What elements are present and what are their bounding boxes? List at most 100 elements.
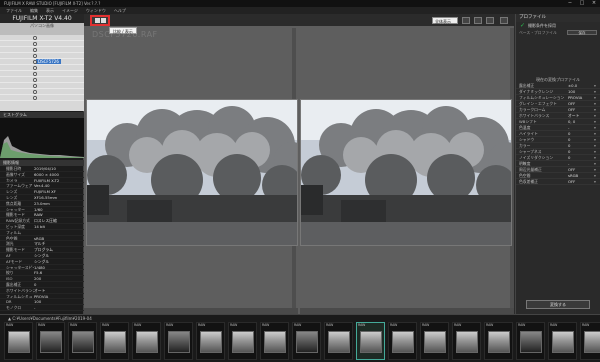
menu-file[interactable]: ファイル [6,7,22,14]
setting-value[interactable]: 100 [568,89,594,94]
info-key: カメラ [6,177,18,183]
filmstrip-thumbnail[interactable]: RAW [484,322,513,360]
setting-value[interactable]: - [568,125,594,130]
fit-icon[interactable] [462,17,470,24]
filmstrip-path[interactable]: ▲ C:¥Users¥Documents¥Fujifilm¥2019-04 [0,314,600,321]
minimize-button[interactable]: − [564,0,576,7]
dropdown-arrow-icon[interactable]: ▾ [594,173,600,178]
setting-value[interactable]: 0 [568,137,594,142]
filmstrip-thumbnail[interactable]: RAW [292,322,321,360]
setting-value[interactable]: ±0.0 [568,83,594,88]
rotate-right-icon[interactable] [486,17,494,24]
thumb-image [104,331,126,353]
conversion-profile-header: 現在の変換プロファイル [536,77,580,82]
filmstrip-thumbnail[interactable]: RAW [164,322,193,360]
thumb-format: RAW [198,323,206,327]
setting-value[interactable]: 0 [568,143,594,148]
dropdown-arrow-icon[interactable]: ▾ [594,179,600,184]
setting-value[interactable]: sRGB [568,173,594,178]
info-key: ホワイトバランス [6,287,34,293]
filmstrip-thumbnail[interactable]: RAW [36,322,65,360]
filmstrip-thumbnail[interactable]: RAW [196,322,225,360]
filmstrip-thumbnail[interactable]: RAW [324,322,353,360]
dropdown-arrow-icon[interactable]: ▾ [594,89,600,94]
dropdown-arrow-icon[interactable]: ▾ [594,119,600,124]
info-value: 1/480 [34,264,45,270]
filmstrip-thumbnail[interactable]: RAW [132,322,161,360]
use-shooting-conditions-checkbox[interactable]: ✓ 撮影条件を採用 [516,22,600,29]
filmstrip-thumbnail[interactable]: RAW [100,322,129,360]
dropdown-arrow-icon[interactable]: ▾ [594,167,600,172]
filmstrip-thumbnail[interactable]: RAW [548,322,577,360]
thumb-image [168,331,190,353]
setting-label: 露出補正 [519,83,535,88]
filmstrip-thumbnail[interactable]: RAW [420,322,449,360]
setting-value[interactable]: 0 [568,149,594,154]
filmstrip-thumbnail[interactable]: RAW [228,322,257,360]
filmstrip-thumbnail[interactable]: RAW [68,322,97,360]
filmstrip-thumbnail[interactable]: RAW [388,322,417,360]
dropdown-arrow-icon[interactable]: ▾ [594,113,600,118]
setting-value[interactable]: OFF [568,107,594,112]
info-value [34,230,84,235]
camera-label: FUJIFILM X-T2 V4.40 [0,14,84,23]
info-value: PROVIA [34,293,49,299]
thumb-format: RAW [166,323,174,327]
menu-view[interactable]: 表示 [46,7,54,14]
setting-value[interactable]: PROVIA [568,95,594,100]
filmstrip-thumbnail[interactable]: RAW [4,322,33,360]
filmstrip-thumbnail[interactable]: RAW [356,322,385,360]
dropdown-arrow-icon[interactable]: ▾ [594,131,600,136]
setting-value[interactable]: 0, 0 [568,119,594,124]
settings-icon[interactable] [500,17,508,24]
filmstrip-thumbnail[interactable]: RAW [516,322,545,360]
setting-value[interactable]: 0 [568,131,594,136]
thumb-format: RAW [134,323,142,327]
dropdown-arrow-icon[interactable]: ▾ [594,143,600,148]
dropdown-arrow-icon[interactable]: ▾ [594,137,600,142]
filmstrip-thumbnail[interactable]: RAW [260,322,289,360]
dropdown-arrow-icon[interactable]: ▾ [594,95,600,100]
setting-value[interactable]: 0 [568,155,594,160]
before-image[interactable] [86,99,298,246]
info-value: ロスレス圧縮 [34,218,57,223]
after-image[interactable] [300,99,512,246]
dropdown-arrow-icon[interactable]: ▾ [594,155,600,160]
dropdown-arrow-icon[interactable]: ▾ [594,83,600,88]
rotate-left-icon[interactable] [474,17,482,24]
setting-value[interactable]: OFF [568,101,594,106]
thumb-image [40,331,62,353]
app-window: FUJIFILM X RAW STUDIO [FUJIFILM X-T2] Ve… [0,0,600,362]
dropdown-arrow-icon[interactable]: ▾ [594,107,600,112]
menu-image[interactable]: イメージ [62,7,78,14]
tree-row[interactable] [0,95,84,101]
dropdown-arrow-icon[interactable]: ▾ [594,149,600,154]
close-button[interactable]: × [588,0,600,7]
setting-label: グレイン・エフェクト [519,101,557,106]
dropdown-arrow-icon[interactable]: ▾ [594,101,600,106]
disc-icon [33,54,37,58]
zoom-select[interactable]: 全体表示 [432,17,458,24]
profile-save-button[interactable]: 保存 [567,30,597,35]
setting-value[interactable]: OFF [568,179,594,184]
info-key: 焦点距離 [6,200,22,206]
setting-value[interactable]: オート [568,113,594,118]
compare-view-button[interactable] [90,15,110,26]
dropdown-arrow-icon[interactable]: ▾ [594,125,600,130]
menu-window[interactable]: ウィンドウ [86,7,106,14]
dropdown-arrow-icon[interactable]: ▾ [594,161,600,166]
window-title: FUJIFILM X RAW STUDIO [FUJIFILM X-T2] Ve… [4,1,101,6]
setting-value[interactable]: - [568,161,594,166]
setting-label: ノイズリダクション [519,155,554,160]
folder-tree[interactable]: パソコン画像 DSCF5726 [0,23,84,111]
convert-button[interactable]: 変換する [526,300,590,309]
setting-row[interactable]: 色収差補正 OFF ▾ [516,179,600,185]
setting-value[interactable]: OFF [568,167,594,172]
maximize-button[interactable]: □ [576,0,588,7]
menu-help[interactable]: ヘルプ [114,7,126,14]
thumb-image [360,331,382,353]
filmstrip-thumbnail[interactable]: RAW [452,322,481,360]
thumb-format: RAW [550,323,558,327]
menu-edit[interactable]: 編集 [30,7,38,14]
filmstrip-thumbnail[interactable]: RAW [580,322,600,360]
